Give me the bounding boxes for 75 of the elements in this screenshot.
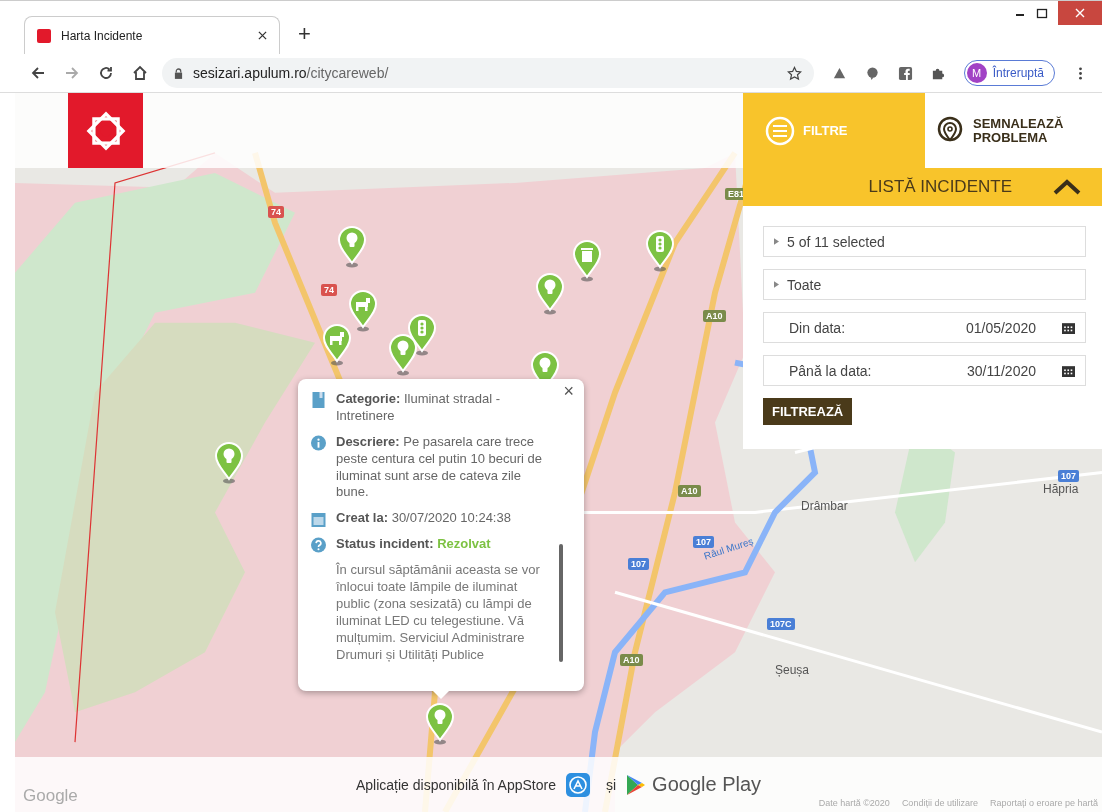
panel-title: LISTĂ INCIDENTE <box>868 177 1012 197</box>
report-problem-tab[interactable]: SEMNALEAZĂ PROBLEMA <box>925 93 1102 168</box>
road-number-sign: 107 <box>693 536 715 548</box>
reload-icon[interactable] <box>98 65 114 81</box>
road-number-sign: A10 <box>620 654 643 666</box>
traffic-light-pin-icon[interactable] <box>645 230 675 272</box>
close-window-button[interactable] <box>1058 1 1102 25</box>
dropdown-field[interactable]: Toate <box>763 269 1086 300</box>
back-arrow-icon[interactable] <box>30 65 46 81</box>
trash-can-pin-icon[interactable] <box>572 240 602 282</box>
app-availability-text: Aplicație disponibilă în AppStore <box>355 776 556 793</box>
chevron-up-icon[interactable] <box>1052 179 1082 195</box>
road-number-sign: 107C <box>767 618 795 630</box>
help-icon <box>311 537 326 554</box>
app-store-icon[interactable] <box>565 772 590 797</box>
triangle-icon[interactable] <box>831 65 847 81</box>
close-icon <box>1075 8 1085 18</box>
close-button[interactable]: × <box>561 381 576 402</box>
place-label: Șeușa <box>775 663 810 677</box>
map-brand-logo: Google <box>23 786 78 806</box>
forward-arrow-icon[interactable] <box>64 65 80 81</box>
play-triangle-icon <box>626 773 647 796</box>
place-label: Drâmbar <box>801 499 848 513</box>
new-tab-button[interactable]: + <box>292 20 317 48</box>
home-icon[interactable] <box>132 65 148 81</box>
lock-icon <box>174 67 183 79</box>
lightbulb-pin-icon[interactable] <box>337 226 367 268</box>
dropdown-field[interactable]: 5 of 11 selected <box>763 226 1086 257</box>
road-number-sign: 107 <box>1058 470 1080 482</box>
site-favicon-icon <box>37 28 51 43</box>
road-number-sign: 74 <box>268 206 284 218</box>
list-icon <box>765 115 795 146</box>
book-icon <box>311 392 326 408</box>
triangle-icon <box>774 281 779 288</box>
date-label: Din data: <box>789 319 847 336</box>
conjunction-text: și <box>605 776 617 793</box>
maximize-icon[interactable] <box>1036 7 1048 19</box>
road-number-sign: A10 <box>703 310 726 322</box>
response-text: În cursul săptămânii aceasta se vor înlocui toate lămpile de iluminat public (zona sesizată) cu lămpi de iluminat LED cu telegestiune. Vă mulțumim. Serviciul Administrare Drumuri și Utilități Publice <box>336 562 541 664</box>
avatar-icon: M <box>966 63 987 83</box>
road-number-sign: 107 <box>628 558 650 570</box>
lightbulb-pin-icon[interactable] <box>388 334 418 376</box>
profile-status: Întreruptă <box>992 66 1044 80</box>
status-text: Status incident: Rezolvat <box>336 536 491 554</box>
scrollbar[interactable] <box>559 544 563 662</box>
calendar-icon <box>311 511 326 528</box>
info-icon <box>311 434 326 451</box>
road-number-sign: A10 <box>678 485 701 497</box>
google-play-link[interactable]: Google Play <box>626 773 762 796</box>
detail-text: Categorie: Iluminat stradal - Intretinere <box>336 391 501 425</box>
date-field[interactable]: 30/11/2020 <box>966 362 1036 379</box>
close-icon[interactable] <box>258 31 267 40</box>
filter-button[interactable]: FILTREAZĂ <box>763 398 853 425</box>
calendar-icon[interactable] <box>1062 321 1075 334</box>
triangle-icon <box>774 238 779 245</box>
incident-list-header[interactable]: LISTĂ INCIDENTE <box>743 168 1102 206</box>
date-field[interactable]: 01/05/2020 <box>965 319 1036 336</box>
lightbulb-pin-icon[interactable] <box>425 703 455 745</box>
speech-bubble-icon[interactable] <box>864 65 880 81</box>
detail-text: Descriere: Pe pasarela care trece peste centura cel putin 10 becuri de iluminat sunt arse de cateva zile bune. <box>336 433 543 502</box>
url-text: sesizari.apulum.ro/citycareweb/ <box>193 65 390 81</box>
road-number-sign: 74 <box>321 284 337 296</box>
star-icon[interactable] <box>786 65 802 81</box>
calendar-icon[interactable] <box>1062 364 1075 377</box>
place-label: Hăpria <box>1043 482 1079 496</box>
lightbulb-pin-icon[interactable] <box>214 442 244 484</box>
date-label: Până la data: <box>789 362 873 379</box>
address-bar[interactable]: sesizari.apulum.ro/citycareweb/ <box>162 58 814 88</box>
dog-pin-icon[interactable] <box>348 290 378 332</box>
detail-text: Creat la: 30/07/2020 10:24:38 <box>336 510 511 528</box>
dog-pin-icon[interactable] <box>322 324 352 366</box>
lightbulb-pin-icon[interactable] <box>535 273 565 315</box>
facebook-icon[interactable] <box>897 65 913 81</box>
tab-title: Harta Incidente <box>61 28 144 43</box>
browser-tab[interactable]: Harta Incidente <box>24 16 280 54</box>
